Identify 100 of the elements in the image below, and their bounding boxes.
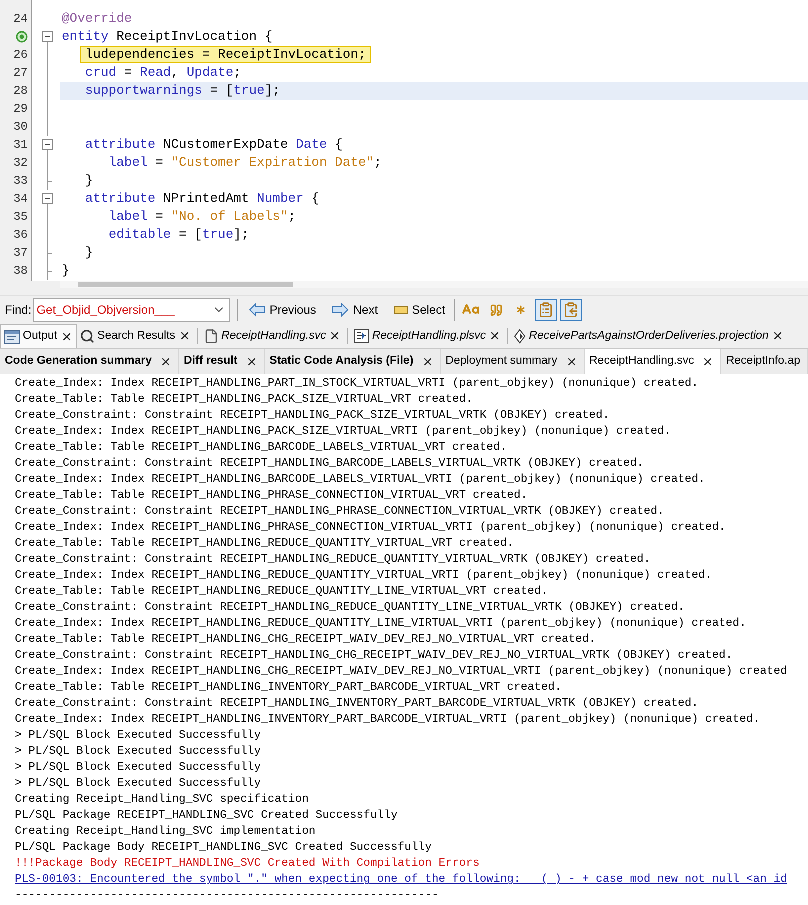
code-line: } — [84, 244, 94, 262]
result-tab[interactable]: Deployment summary — [440, 349, 584, 374]
code-line: entity ReceiptInvLocation { — [62, 28, 273, 46]
close-icon[interactable] — [566, 356, 578, 368]
output-line: Create_Constraint: Constraint RECEIPT_HANDLING_INVENTORY_PART_BARCODE_VIRTUAL_VRTK (OBJKEY) created. — [15, 696, 699, 712]
output-line: Create_Table: Table RECEIPT_HANDLING_REDUCE_QUANTITY_LINE_VIRTUAL_VRT created. — [15, 584, 548, 600]
output-line: -------------------------------------------------------------- — [15, 889, 439, 904]
diamond-icon — [514, 328, 526, 344]
line-number: 33 — [14, 173, 28, 190]
close-icon[interactable] — [772, 330, 784, 342]
clipboard-icon — [538, 302, 554, 318]
output-line: Create_Table: Table RECEIPT_HANDLING_INVENTORY_PART_BARCODE_VIRTUAL_VRT created. — [15, 680, 562, 696]
arrow-right-icon — [332, 303, 350, 317]
output-line: Create_Constraint: Constraint RECEIPT_HANDLING_PACK_SIZE_VIRTUAL_VRTK (OBJKEY) created. — [15, 408, 610, 424]
output-tab[interactable]: Search Results — [76, 324, 194, 348]
selection-icon — [394, 306, 408, 314]
output-line: Create_Constraint: Constraint RECEIPT_HANDLING_PHRASE_CONNECTION_VIRTUAL_VRTK (OBJKEY) created. — [15, 504, 664, 520]
output-line: Create_Index: Index RECEIPT_HANDLING_REDUCE_QUANTITY_LINE_VIRTUAL_VRTI (parent_objkey) (nonunique) created. — [15, 616, 746, 632]
output-line: Create_Table: Table RECEIPT_HANDLING_BARCODE_LABELS_VIRTUAL_VRT created. — [15, 440, 508, 456]
output-tab[interactable]: ReceivePartsAgainstOrderDeliveries.projection — [511, 324, 787, 348]
output-line: Create_Table: Table RECEIPT_HANDLING_CHG_RECEIPT_WAIV_DEV_REJ_NO_VIRTUAL_VRT created. — [15, 632, 596, 648]
output-line: PL/SQL Package RECEIPT_HANDLING_SVC Created Successfully — [15, 808, 398, 824]
output-line: Create_Constraint: Constraint RECEIPT_HANDLING_CHG_RECEIPT_WAIV_DEV_REJ_NO_VIRTUAL_VRTK (OBJKEY) created. — [15, 648, 733, 664]
result-tab[interactable]: ReceiptHandling.svc — [584, 349, 722, 374]
result-tab[interactable]: ReceiptInfo.ap — [721, 349, 808, 374]
output-tab[interactable]: ReceiptHandling.plsvc — [351, 324, 504, 348]
find-button[interactable]: Next — [328, 298, 382, 322]
close-icon[interactable] — [178, 330, 191, 342]
search-icon — [80, 328, 95, 344]
find-label: Find: — [5, 302, 32, 319]
line-number: 36 — [14, 227, 28, 244]
line-number: 32 — [14, 155, 28, 172]
quote-icon — [490, 304, 503, 316]
line-number: 35 — [14, 209, 28, 226]
output-line: Create_Index: Index RECEIPT_HANDLING_BARCODE_LABELS_VIRTUAL_VRTI (parent_objkey) (nonunique) created. — [15, 472, 706, 488]
output-line: Create_Index: Index RECEIPT_HANDLING_REDUCE_QUANTITY_VIRTUAL_VRTI (parent_objkey) (nonunique) created. — [15, 568, 712, 584]
find-button[interactable]: Select — [390, 298, 450, 322]
find-field[interactable]: Get_Objid_Objversion___ — [32, 298, 230, 322]
output-line: Create_Index: Index RECEIPT_HANDLING_PACK_SIZE_VIRTUAL_VRTI (parent_objkey) (nonunique) created. — [15, 424, 672, 440]
output-line: Create_Index: Index RECEIPT_HANDLING_INVENTORY_PART_BARCODE_VIRTUAL_VRTI (parent_objkey) (nonunique) created. — [15, 712, 760, 728]
result-tab[interactable]: Diff result — [178, 349, 265, 374]
code-line: crud = Read, Update; — [84, 64, 242, 82]
line-number: 38 — [14, 263, 28, 280]
code-line: supportwarnings = [true]; — [84, 82, 280, 100]
output-tab[interactable]: Output — [0, 324, 77, 348]
find-button[interactable]: Previous — [244, 298, 320, 322]
output-line: Creating Receipt_Handling_SVC specification — [15, 792, 309, 808]
close-icon[interactable] — [329, 330, 342, 342]
code-line: editable = [true]; — [108, 226, 250, 244]
output-line: Create_Table: Table RECEIPT_HANDLING_PHRASE_CONNECTION_VIRTUAL_VRT created. — [15, 488, 528, 504]
line-number: 27 — [14, 65, 28, 82]
line-number: 29 — [14, 101, 28, 118]
find-option-toggle[interactable] — [535, 299, 558, 321]
output-line: > PL/SQL Block Executed Successfully — [15, 744, 262, 760]
clipboard-arrow-icon — [563, 302, 580, 318]
error-link[interactable]: PLS-00103: Encountered the symbol "." when expecting one of the following: ( ) - + case mod new not null <an id — [15, 872, 788, 890]
output-line: > PL/SQL Block Executed Successfully — [15, 776, 262, 792]
close-icon[interactable] — [60, 330, 73, 343]
code-line: @Override — [62, 10, 132, 28]
output-line: Creating Receipt_Handling_SVC implementation — [15, 824, 316, 840]
line-number: 24 — [14, 11, 28, 28]
result-tab[interactable]: Code Generation summary — [0, 349, 179, 374]
output-line: PL/SQL Package Body RECEIPT_HANDLING_SVC Created Successfully — [15, 840, 432, 856]
code-line: label = "Customer Expiration Date"; — [108, 154, 382, 172]
code-file-icon — [354, 329, 370, 344]
output-tab[interactable]: ReceiptHandling.svc — [200, 324, 344, 348]
line-number: 26 — [14, 47, 28, 64]
find-option-toggle[interactable] — [560, 299, 582, 321]
close-icon[interactable] — [246, 356, 258, 368]
fold-toggle-icon[interactable] — [42, 190, 52, 208]
output-line: > PL/SQL Block Executed Successfully — [15, 728, 262, 744]
scrollbar-thumb[interactable] — [78, 282, 293, 287]
result-tab[interactable]: Static Code Analysis (File) — [264, 349, 441, 374]
arrow-left-icon — [248, 303, 266, 317]
fold-toggle-icon[interactable] — [42, 136, 52, 154]
output-line: Create_Index: Index RECEIPT_HANDLING_PHRASE_CONNECTION_VIRTUAL_VRTI (parent_objkey) (nonunique) created. — [15, 520, 726, 536]
output-line: > PL/SQL Block Executed Successfully — [15, 760, 262, 776]
output-line: Create_Constraint: Constraint RECEIPT_HANDLING_BARCODE_LABELS_VIRTUAL_VRTK (OBJKEY) created. — [15, 456, 644, 472]
close-icon[interactable] — [489, 330, 502, 342]
code-line: label = "No. of Labels"; — [108, 208, 296, 226]
output-line: Create_Constraint: Constraint RECEIPT_HANDLING_REDUCE_QUANTITY_LINE_VIRTUAL_VRTK (OBJKEY) created. — [15, 600, 685, 616]
code-line: } — [62, 262, 70, 280]
output-line: Create_Index: Index RECEIPT_HANDLING_CHG_RECEIPT_WAIV_DEV_REJ_NO_VIRTUAL_VRTI (parent_objkey) (nonunique) created — [15, 664, 788, 680]
line-number: 28 — [14, 83, 28, 100]
code-line: } — [84, 172, 94, 190]
window-icon — [4, 330, 20, 344]
override-marker-icon[interactable] — [16, 31, 28, 43]
output-line: Create_Constraint: Constraint RECEIPT_HANDLING_REDUCE_QUANTITY_VIRTUAL_VRTK (OBJKEY) created. — [15, 552, 651, 568]
close-icon[interactable] — [702, 356, 714, 368]
output-line: Create_Table: Table RECEIPT_HANDLING_PACK_SIZE_VIRTUAL_VRT created. — [15, 392, 473, 408]
output-line: Create_Index: Index RECEIPT_HANDLING_PART_IN_STOCK_VIRTUAL_VRTI (parent_objkey) (nonunique) created. — [15, 376, 699, 392]
output-line: !!!Package Body RECEIPT_HANDLING_SVC Created With Compilation Errors — [15, 856, 480, 872]
close-icon[interactable] — [160, 356, 172, 368]
line-number: 37 — [14, 245, 28, 262]
line-number: 30 — [14, 119, 28, 136]
fold-toggle-icon[interactable] — [42, 28, 52, 46]
code-line: attribute NPrintedAmt Number { — [84, 190, 320, 208]
line-number: 34 — [14, 191, 28, 208]
close-icon[interactable] — [422, 356, 434, 368]
output-line: Create_Table: Table RECEIPT_HANDLING_REDUCE_QUANTITY_VIRTUAL_VRT created. — [15, 536, 514, 552]
